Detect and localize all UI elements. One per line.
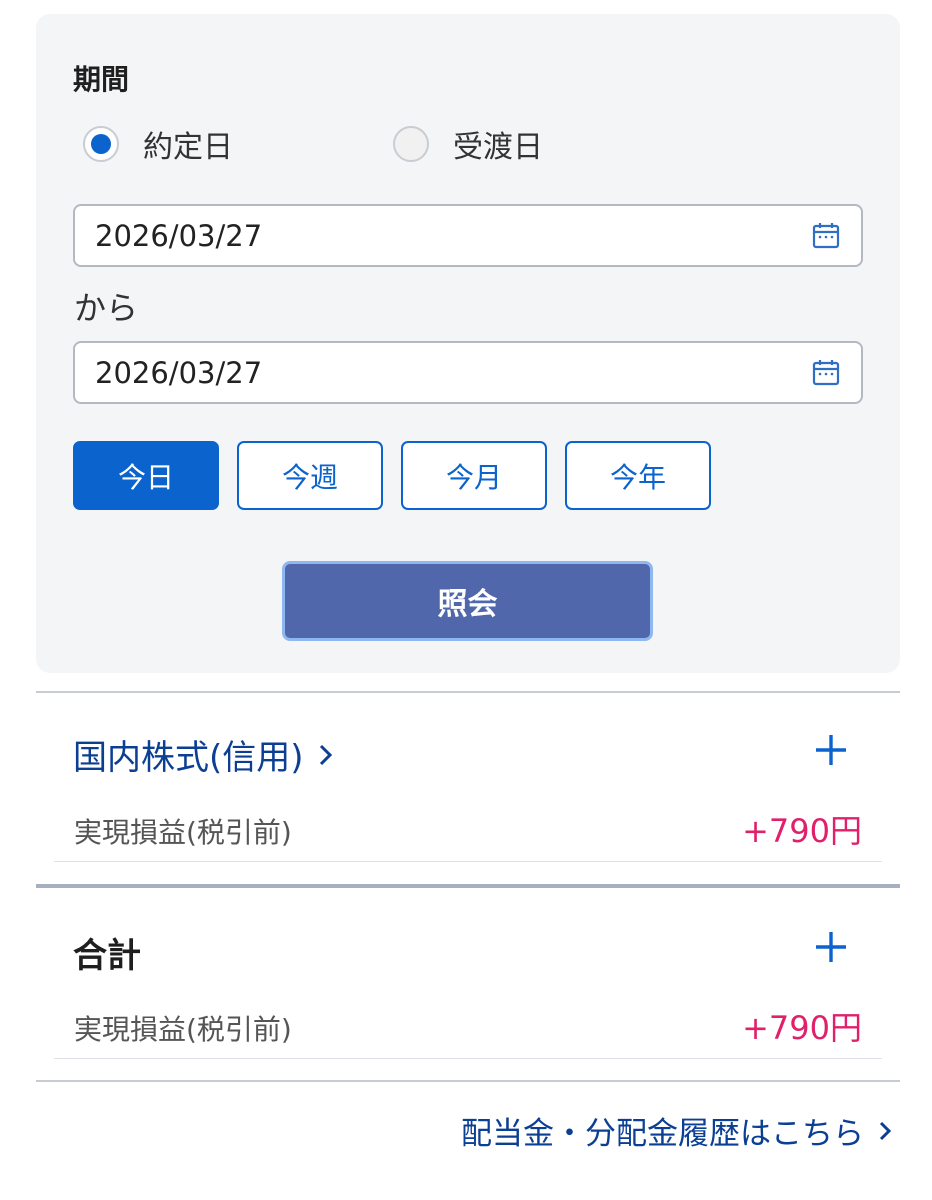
radio-selected-icon[interactable] [83, 126, 119, 162]
chip-this-month[interactable]: 今月 [401, 441, 547, 510]
date-to-input[interactable] [95, 355, 811, 390]
calendar-icon[interactable] [811, 221, 841, 251]
total-title: 合計 [73, 936, 141, 976]
radio-settlement-date-label: 受渡日 [453, 130, 543, 165]
realized-pl-label: 実現損益(税引前) [74, 816, 292, 849]
row-divider [54, 861, 882, 862]
section-divider [36, 884, 900, 888]
chip-today[interactable]: 今日 [73, 441, 219, 510]
chevron-right-icon [879, 1121, 892, 1140]
chip-this-week[interactable]: 今週 [237, 441, 383, 510]
chevron-right-icon [319, 744, 332, 765]
date-from-input[interactable] [95, 218, 811, 253]
query-button[interactable]: 照会 [282, 561, 653, 641]
date-to-field[interactable] [73, 341, 863, 404]
chip-this-year[interactable]: 今年 [565, 441, 711, 510]
radio-settlement-date[interactable]: 受渡日 [393, 122, 543, 166]
total-realized-pl-value: +790円 [742, 1009, 862, 1047]
plus-icon[interactable] [814, 733, 848, 767]
divider [36, 691, 900, 693]
dividend-history-link-label[interactable]: 配当金・分配金履歴はこちら [461, 1108, 864, 1153]
section-domestic-margin-link[interactable]: 国内株式(信用) [73, 730, 334, 779]
radio-trade-date-label: 約定日 [143, 130, 233, 165]
row-divider [54, 1058, 882, 1059]
divider [36, 1080, 900, 1082]
dividend-history-link[interactable]: 配当金・分配金履歴はこちら [461, 1108, 892, 1153]
period-label: 期間 [73, 63, 130, 96]
date-from-field[interactable] [73, 204, 863, 267]
radio-unselected-icon[interactable] [393, 126, 429, 162]
between-label: から [74, 289, 139, 327]
total-realized-pl-label: 実現損益(税引前) [74, 1013, 292, 1046]
radio-trade-date[interactable]: 約定日 [83, 122, 233, 166]
calendar-icon[interactable] [811, 358, 841, 388]
realized-pl-value: +790円 [742, 812, 862, 850]
section-title[interactable]: 国内株式(信用) [73, 730, 304, 779]
plus-icon[interactable] [814, 930, 848, 964]
